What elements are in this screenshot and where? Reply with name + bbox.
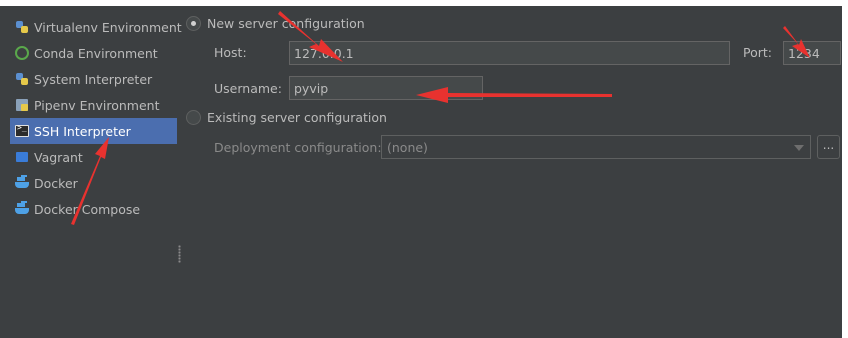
annotation-arrow-username — [416, 87, 612, 103]
annotation-arrow-host — [278, 11, 343, 62]
annotation-arrow-ssh — [71, 137, 109, 225]
annotation-arrow-port — [783, 26, 810, 58]
annotation-arrows — [71, 11, 810, 225]
